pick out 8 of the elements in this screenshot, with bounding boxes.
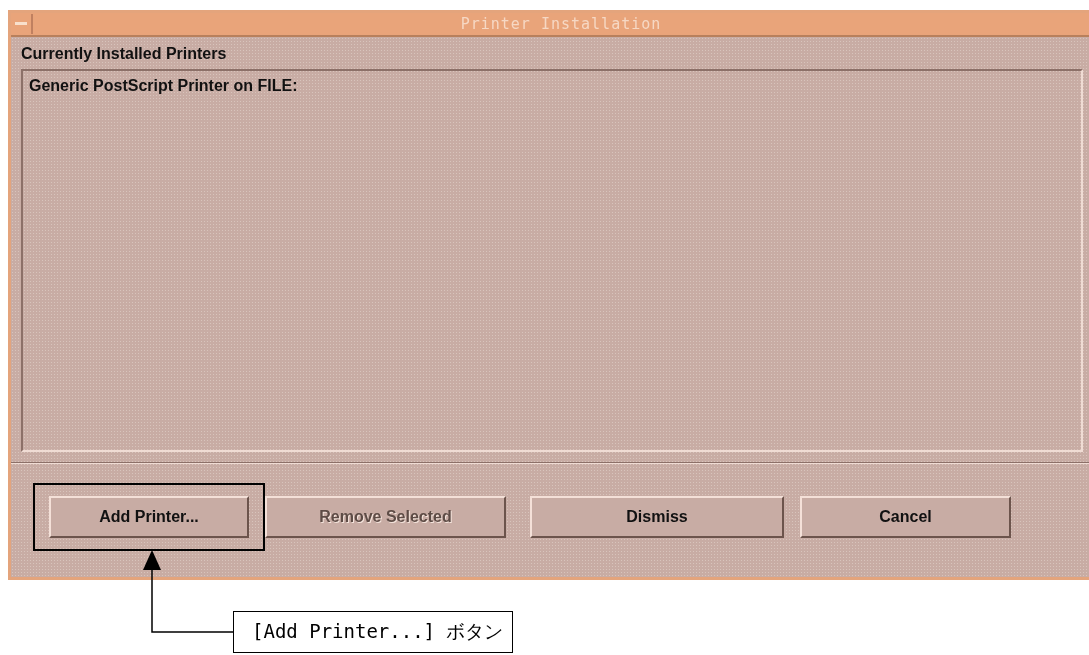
window-title: Printer Installation [459, 15, 663, 33]
section-label: Currently Installed Printers [21, 45, 228, 63]
minus-icon [15, 22, 27, 26]
dialog-button[interactable]: Add Printer... [49, 496, 249, 538]
printer-list-item[interactable]: Generic PostScript Printer on FILE: [27, 77, 300, 95]
callout-label: [Add Printer...] ボタン [233, 611, 513, 653]
dialog-button[interactable]: Dismiss [530, 496, 784, 538]
dialog-button[interactable]: Cancel [800, 496, 1011, 538]
